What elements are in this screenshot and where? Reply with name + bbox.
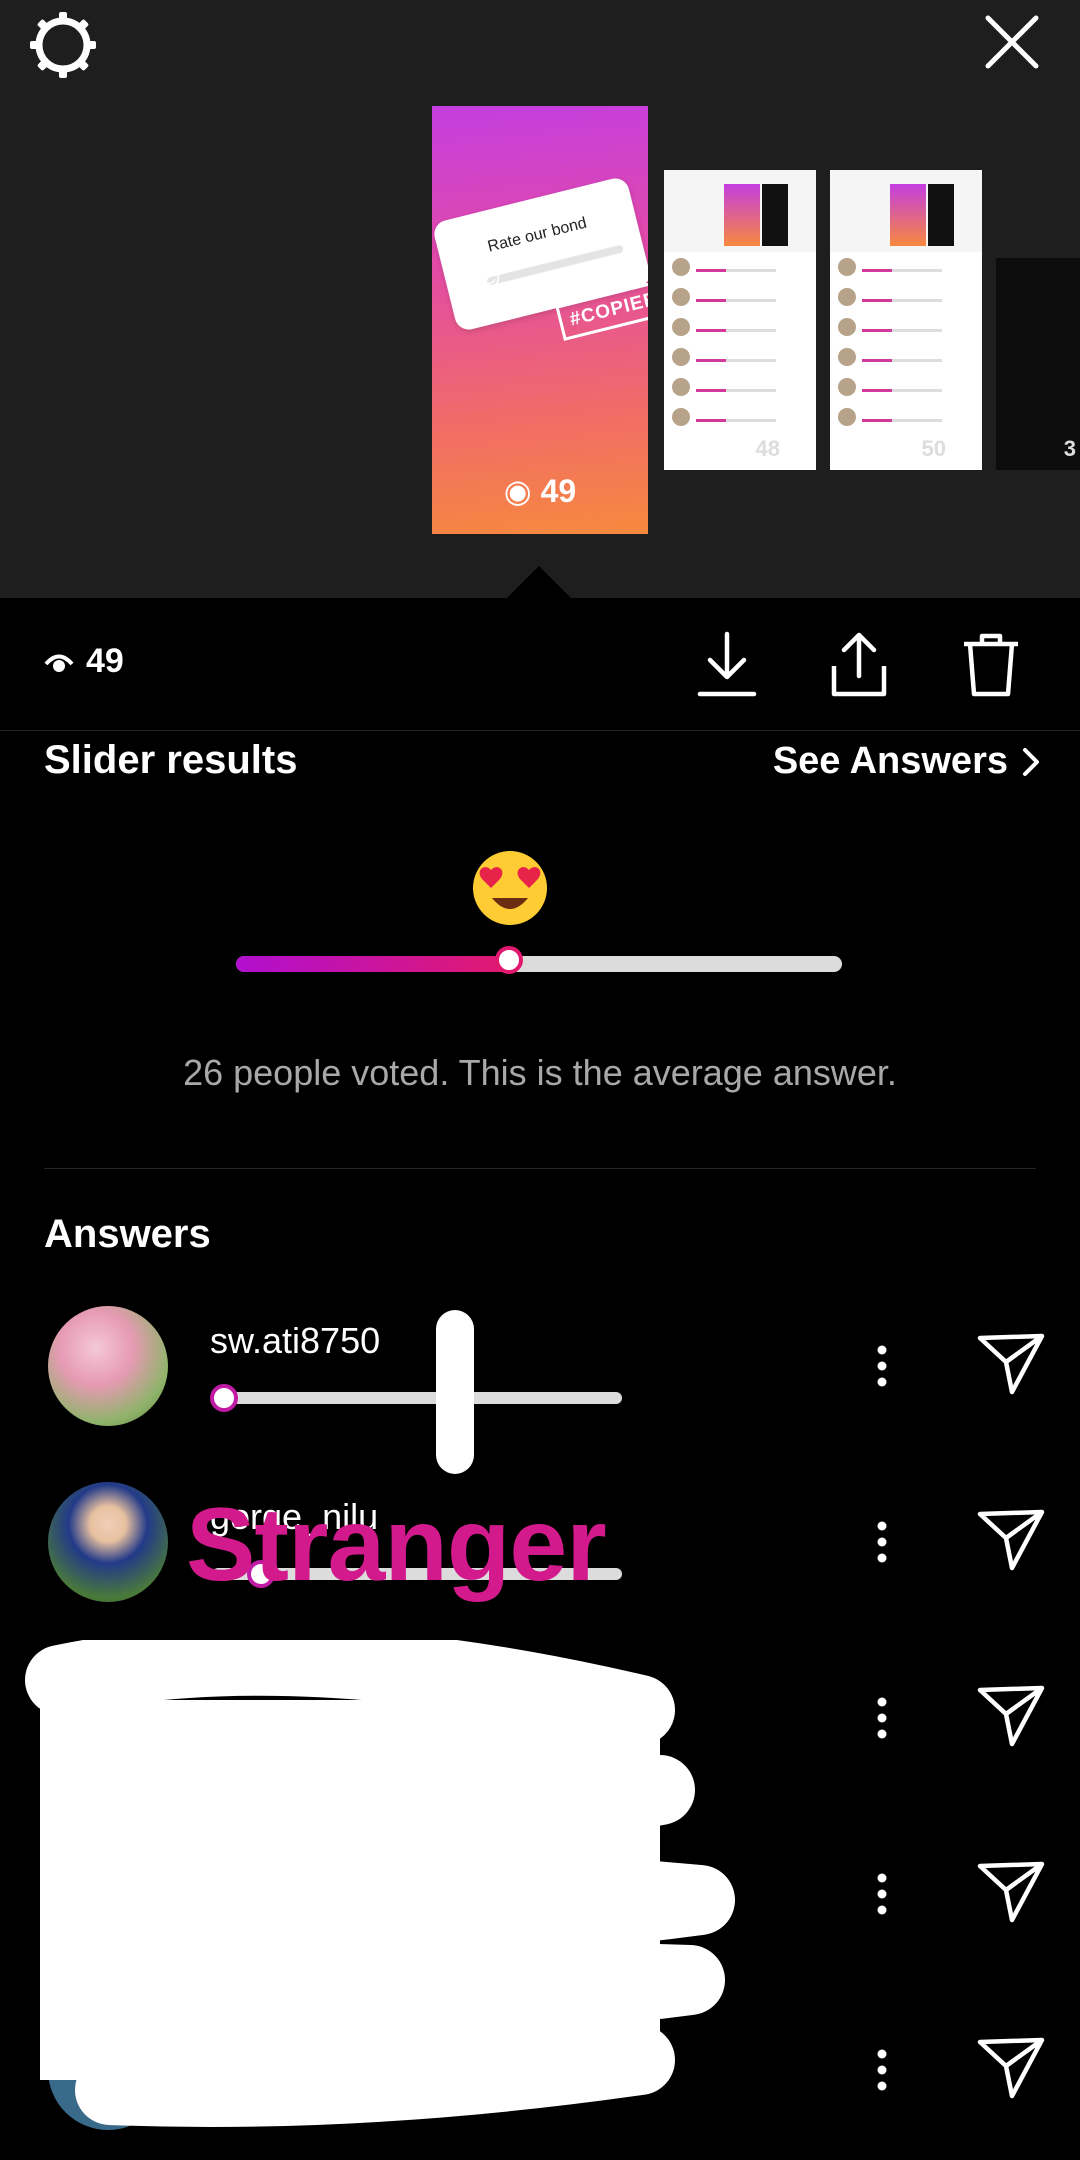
more-options-icon[interactable] (870, 1872, 894, 1916)
more-options-icon[interactable] (870, 1344, 894, 1388)
share-icon[interactable] (826, 628, 892, 700)
eye-icon (44, 654, 74, 672)
answer-slider-knob (210, 1384, 239, 1412)
thumbnail-views: 48 (755, 436, 780, 461)
answer-slider-track (212, 1392, 622, 1404)
story-preview-area: Rate our bond 😍 #COPIEE ◉ 49 48 50 3 (0, 0, 1080, 598)
story-view-count: ◉ 49 (503, 473, 577, 509)
story-views-number: 49 (540, 473, 577, 509)
story-thumbnail[interactable]: 48 (664, 170, 816, 470)
download-icon[interactable] (694, 628, 760, 700)
average-slider-fill (236, 956, 509, 972)
heart-eyes-emoji-icon (473, 851, 547, 925)
selected-story-pointer (507, 566, 571, 598)
white-scribble-mark (436, 1310, 474, 1474)
send-message-icon[interactable] (976, 1332, 1046, 1396)
send-message-icon[interactable] (976, 1508, 1046, 1572)
average-caption: 26 people voted. This is the average ans… (183, 1052, 897, 1093)
story-action-bar: 49 (0, 598, 1080, 731)
send-message-icon[interactable] (976, 2036, 1046, 2100)
see-answers-link[interactable]: See Answers (773, 740, 1040, 783)
thumbnail-views: 50 (921, 436, 946, 461)
slider-results-title: Slider results (44, 738, 298, 782)
send-message-icon[interactable] (976, 1684, 1046, 1748)
avatar[interactable] (48, 1482, 168, 1602)
stranger-overlay-text: Stranger (186, 1487, 607, 1603)
view-count[interactable]: 49 (44, 642, 124, 681)
heart-eyes-emoji-icon: 😍 (473, 262, 505, 296)
chevron-right-icon (1023, 747, 1039, 776)
gear-icon[interactable] (28, 10, 98, 80)
close-icon[interactable] (982, 12, 1042, 72)
avatar[interactable] (48, 1306, 168, 1426)
answer-row[interactable]: sw.ati8750 (0, 1306, 1080, 1456)
story-thumbnail[interactable]: 3 (996, 258, 1080, 470)
answers-title: Answers (44, 1212, 211, 1256)
story-thumbnail-current[interactable]: Rate our bond 😍 #COPIEE ◉ 49 (432, 106, 648, 534)
more-options-icon[interactable] (870, 1520, 894, 1564)
more-options-icon[interactable] (870, 1696, 894, 1740)
section-divider (44, 1168, 1036, 1169)
trash-icon[interactable] (958, 628, 1024, 700)
white-redaction-scribble (25, 1640, 735, 2127)
view-count-number: 49 (86, 642, 124, 680)
average-slider-knob (494, 946, 523, 974)
story-thumbnail[interactable]: 50 (830, 170, 982, 470)
thumbnail-views: 3 (1063, 436, 1076, 461)
sticker-question: Rate our bond (486, 214, 589, 256)
more-options-icon[interactable] (870, 2048, 894, 2092)
see-answers-label: See Answers (772, 740, 1008, 782)
answer-username[interactable]: sw.ati8750 (210, 1320, 380, 1362)
send-message-icon[interactable] (976, 1860, 1046, 1924)
